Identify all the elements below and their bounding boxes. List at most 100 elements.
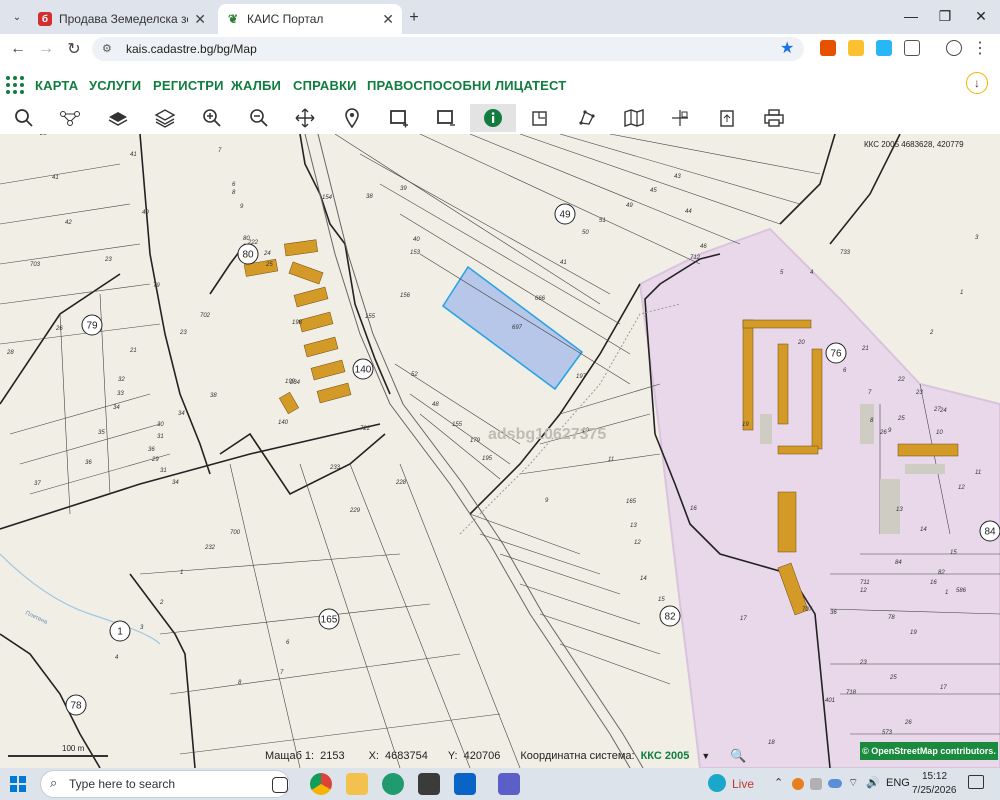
profile-avatar-icon[interactable] <box>946 40 962 56</box>
parcel-number-label: 700 <box>230 530 241 536</box>
windows-start-icon[interactable] <box>10 776 26 792</box>
parcel-number-label: 40 <box>142 210 149 216</box>
bookmark-star-icon[interactable]: ★ <box>780 38 794 58</box>
tab-2-close-icon[interactable]: ✕ <box>382 11 394 28</box>
crs-dropdown-icon[interactable]: ▼ <box>701 751 710 761</box>
parcel-circle-marker[interactable]: 165 <box>318 608 340 630</box>
print-icon[interactable] <box>751 104 797 132</box>
tab-2[interactable]: ❦ КАИС Портал ✕ <box>218 4 402 34</box>
tray-app2-icon[interactable] <box>810 778 822 790</box>
pan-move-icon[interactable] <box>282 104 328 132</box>
parcel-number-label: 3 <box>140 625 144 631</box>
file-explorer-icon[interactable] <box>346 773 368 795</box>
forward-arrow-icon[interactable]: → <box>34 37 58 61</box>
edge-icon[interactable] <box>382 773 404 795</box>
menu-item-spravki[interactable]: СПРАВКИ <box>293 78 357 93</box>
notifications-icon[interactable] <box>968 775 984 789</box>
chrome-taskbar-icon[interactable] <box>310 773 332 795</box>
tab-1[interactable]: б Продава Земеделска земя в С ✕ <box>30 4 214 34</box>
site-info-icon[interactable]: ⚙ <box>102 42 116 56</box>
restore-icon[interactable]: ❐ <box>930 4 960 28</box>
weather-label[interactable]: Live <box>732 777 754 791</box>
info-icon[interactable] <box>470 104 516 132</box>
parcel-circle-marker[interactable]: 49 <box>554 203 576 225</box>
parcel-number-label: 78 <box>888 615 895 621</box>
map-canvas[interactable]: 2541417689424070323802222425792670228 212… <box>0 134 1000 768</box>
extensions-puzzle-icon[interactable] <box>904 40 920 56</box>
parcel-number-label: 45 <box>650 188 657 194</box>
parcel-number-label: 8 <box>238 680 242 686</box>
parcel-number-label: 22 <box>897 377 905 383</box>
close-window-icon[interactable]: ✕ <box>966 4 996 28</box>
new-tab-plus-icon[interactable]: + <box>404 8 424 28</box>
cadastral-map[interactable]: 25 41 41 7 6 8 9 42 40 703 23 80 222 24 25 79 26 702 28 21 2… <box>0 134 1000 768</box>
taskbar-search-input[interactable]: Type here to search <box>40 770 290 798</box>
menu-item-zhalbi[interactable]: ЖАЛБИ <box>231 78 281 93</box>
onedrive-icon[interactable] <box>828 779 842 788</box>
base-layers-icon[interactable] <box>95 104 141 132</box>
osm-attribution[interactable]: © OpenStreetMap contributors. <box>860 742 998 760</box>
browser-menu-icon[interactable]: ⋮ <box>972 38 988 58</box>
draw-polygon-icon[interactable] <box>564 104 610 132</box>
parcel-circle-marker[interactable]: 80 <box>237 243 259 265</box>
extension-tool-icon[interactable] <box>848 40 864 56</box>
clock-time[interactable]: 15:12 <box>922 771 947 782</box>
route-nodes-icon[interactable] <box>47 104 93 132</box>
clock-date[interactable]: 7/25/2026 <box>912 785 957 796</box>
export-area-icon[interactable] <box>517 104 563 132</box>
reload-icon[interactable]: ↻ <box>62 37 86 61</box>
parcel-number-label: 25 <box>39 134 47 137</box>
parcel-number-label: 1 <box>960 290 963 296</box>
menu-item-registri[interactable]: РЕГИСТРИ <box>153 78 224 93</box>
parcel-number-label: 41 <box>52 175 59 181</box>
apps-grid-icon[interactable] <box>6 76 24 94</box>
parcel-circle-marker[interactable]: 79 <box>81 314 103 336</box>
extension-fox-icon[interactable] <box>820 40 836 56</box>
parcel-number-label: 573 <box>882 730 893 736</box>
tab-search-chevron-icon[interactable]: ⌄ <box>8 8 26 26</box>
download-icon[interactable]: ↓ <box>966 72 988 94</box>
teams-icon[interactable] <box>498 773 520 795</box>
map-sheet-icon[interactable] <box>611 104 657 132</box>
layers-icon[interactable] <box>142 104 188 132</box>
parcel-circle-marker[interactable]: 84 <box>979 520 1000 542</box>
extension-translate-icon[interactable] <box>876 40 892 56</box>
weather-icon[interactable] <box>708 774 726 792</box>
zoom-in-icon[interactable] <box>189 104 235 132</box>
coordinate-search-icon[interactable]: 🔍 <box>730 748 746 764</box>
parcel-number-label: 51 <box>599 218 606 224</box>
parcel-circle-marker[interactable]: 1 <box>109 620 131 642</box>
volume-icon[interactable]: 🔊 <box>866 776 880 789</box>
url-input[interactable]: kais.cadastre.bg/bg/Map <box>92 37 804 61</box>
tray-app-icon[interactable] <box>792 778 804 790</box>
task-view-icon[interactable] <box>272 777 288 793</box>
search-icon[interactable] <box>1 104 47 132</box>
x-prefix: X: <box>368 750 379 762</box>
parcel-circle-marker[interactable]: 76 <box>825 342 847 364</box>
store-icon[interactable] <box>418 773 440 795</box>
parcel-number-label: 228 <box>395 480 407 486</box>
menu-item-pravosposobni-lica[interactable]: ПРАВОСПОСОБНИ ЛИЦА <box>367 78 533 93</box>
language-indicator[interactable]: ENG <box>886 777 910 789</box>
menu-item-test[interactable]: ТЕСТ <box>532 78 566 93</box>
crs-prefix: Координатна система: <box>520 750 635 762</box>
upload-document-icon[interactable] <box>704 104 750 132</box>
select-rectangle-icon[interactable] <box>376 104 422 132</box>
outlook-icon[interactable] <box>454 773 476 795</box>
location-pin-icon[interactable] <box>329 104 375 132</box>
tab-1-close-icon[interactable]: ✕ <box>194 11 206 28</box>
crs-select[interactable]: ККС 2005 <box>641 750 690 762</box>
back-arrow-icon[interactable]: ← <box>6 37 30 61</box>
minimize-icon[interactable]: — <box>896 4 926 28</box>
deselect-rectangle-icon[interactable] <box>423 104 469 132</box>
network-icon[interactable]: ⌔ <box>848 776 858 790</box>
zoom-out-icon[interactable] <box>236 104 282 132</box>
tray-overflow-icon[interactable]: ⌃ <box>774 776 783 789</box>
measure-crosshair-icon[interactable] <box>657 104 703 132</box>
parcel-circle-marker[interactable]: 82 <box>659 605 681 627</box>
parcel-number-label: 36 <box>85 460 92 466</box>
parcel-circle-marker[interactable]: 140 <box>352 358 374 380</box>
parcel-circle-marker[interactable]: 78 <box>65 694 87 716</box>
menu-item-karta[interactable]: КАРТА <box>35 78 78 93</box>
menu-item-uslugi[interactable]: УСЛУГИ <box>89 78 141 93</box>
